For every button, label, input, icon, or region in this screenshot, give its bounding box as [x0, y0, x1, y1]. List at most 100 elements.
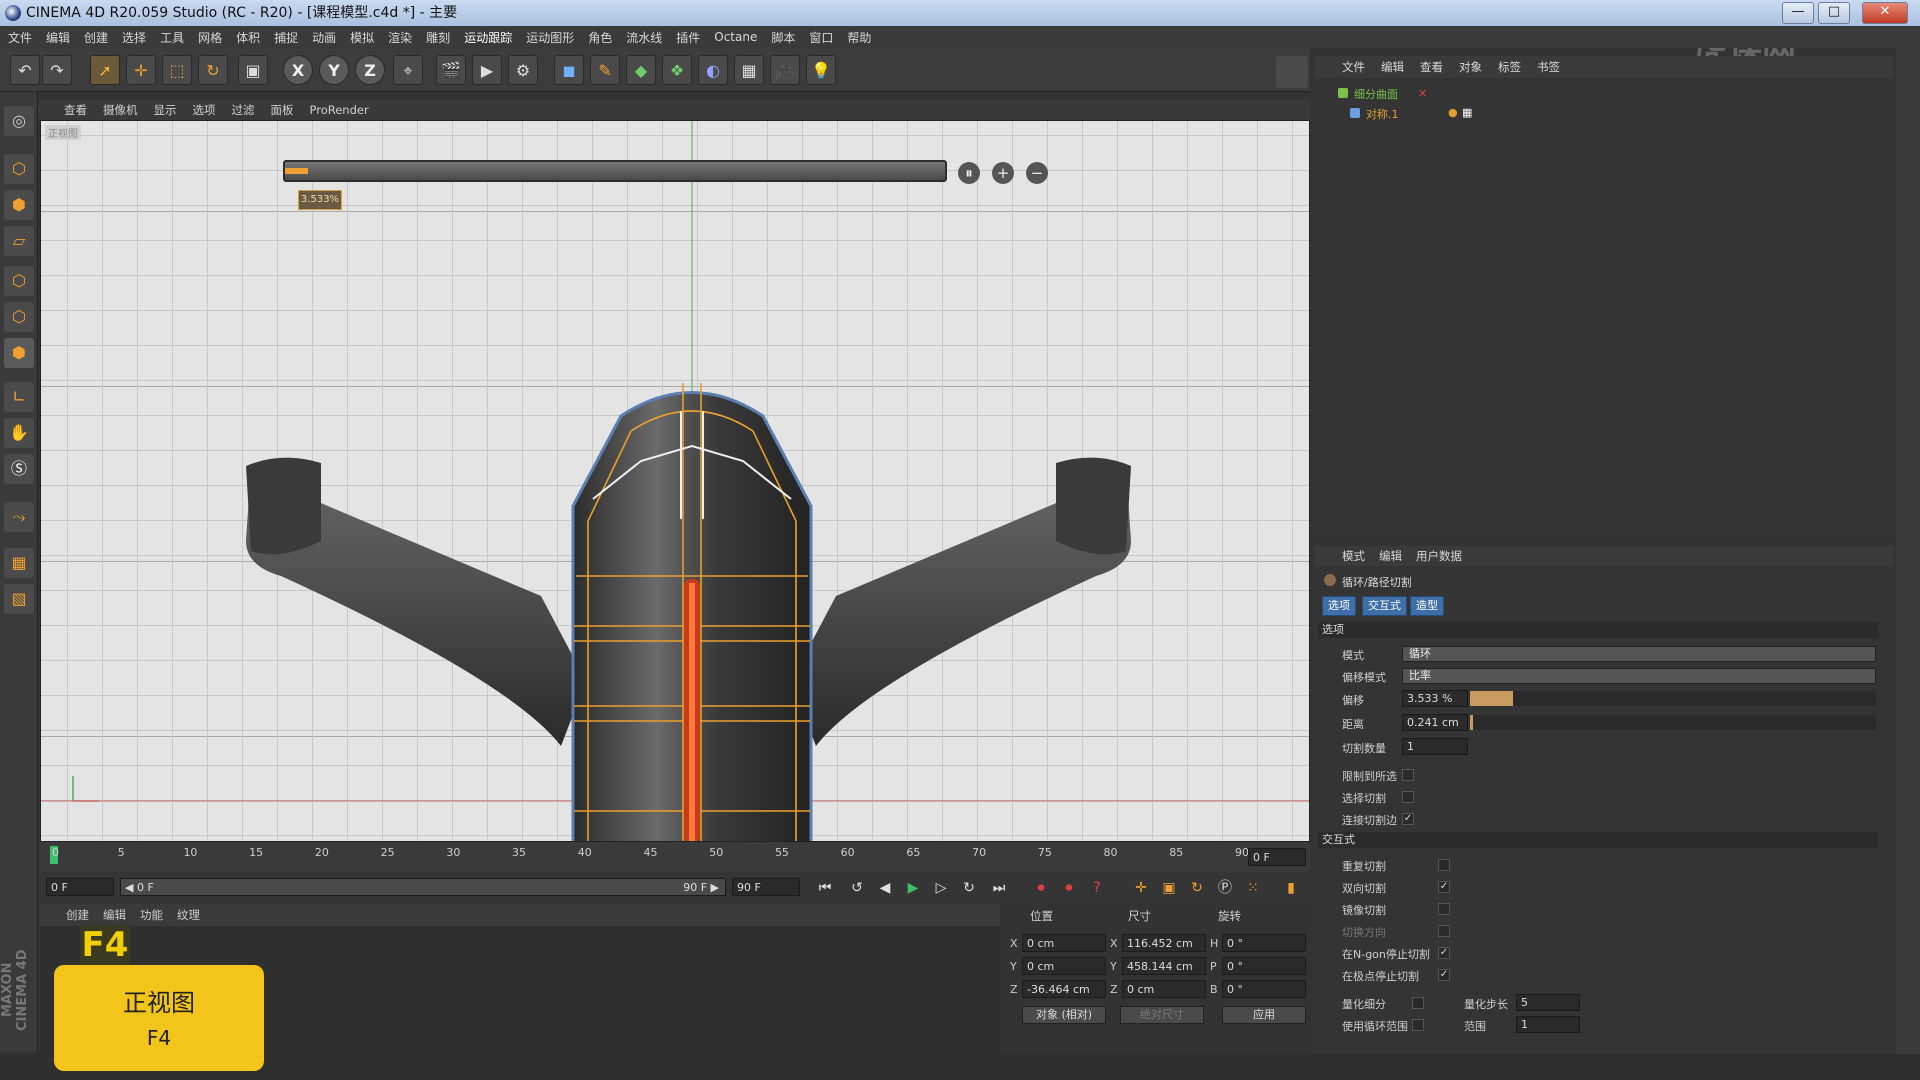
offset-field[interactable]: 3.533 %: [1402, 690, 1468, 707]
loop-cut-pause-button[interactable]: ⏸: [958, 162, 980, 184]
distance-field[interactable]: 0.241 cm: [1402, 714, 1468, 731]
quantize-step-field[interactable]: 5: [1516, 994, 1580, 1011]
max-frame-field[interactable]: 90 F: [732, 878, 800, 896]
viewport-menu-view[interactable]: 查看: [64, 102, 87, 118]
check-limit[interactable]: [1402, 769, 1414, 781]
tab-options[interactable]: 选项: [1322, 596, 1356, 616]
menu-animate[interactable]: 动画: [312, 29, 336, 46]
object-disabled-icon[interactable]: ✕: [1418, 87, 1427, 100]
coord-apply-button[interactable]: 应用: [1222, 1006, 1306, 1024]
timeline-end-field[interactable]: 0 F: [1248, 848, 1306, 866]
model-mode-icon[interactable]: ⬡: [4, 154, 34, 184]
render-picture-viewer-icon[interactable]: ▶: [472, 55, 502, 85]
offset-slider[interactable]: [1470, 691, 1876, 706]
tab-interactive[interactable]: 交互式: [1362, 596, 1407, 616]
coord-rot-h-field[interactable]: 0 °: [1222, 934, 1306, 952]
scale-icon[interactable]: ⬚: [162, 55, 192, 85]
menu-mograph[interactable]: 运动图形: [526, 29, 574, 46]
menu-create[interactable]: 创建: [84, 29, 108, 46]
polygons-mode-icon[interactable]: ⬢: [4, 338, 34, 368]
prev-key-icon[interactable]: ↺: [846, 878, 868, 898]
object-row-symmetry[interactable]: 对称.1 ● ▦: [1322, 106, 1882, 124]
menu-simulate[interactable]: 模拟: [350, 29, 374, 46]
coord-pos-x-field[interactable]: 0 cm: [1022, 934, 1106, 952]
axis-z-toggle[interactable]: Z: [355, 55, 385, 85]
menu-mesh[interactable]: 网格: [198, 29, 222, 46]
render-settings-icon[interactable]: ⚙: [508, 55, 538, 85]
loop-cut-offset-slider[interactable]: [283, 160, 947, 182]
menu-select[interactable]: 选择: [122, 29, 146, 46]
minimize-button[interactable]: —: [1782, 2, 1814, 24]
check-use-range[interactable]: [1412, 1019, 1424, 1031]
check-pole[interactable]: ✓: [1438, 969, 1450, 981]
menu-plugins[interactable]: 插件: [676, 29, 700, 46]
tab-shape[interactable]: 造型: [1410, 596, 1444, 616]
key-rotation-icon[interactable]: ↻: [1186, 878, 1208, 898]
check-mirror[interactable]: [1438, 903, 1450, 915]
menu-tools[interactable]: 工具: [160, 29, 184, 46]
record-keys-icon[interactable]: ⏺: [1030, 878, 1052, 898]
coord-size-y-field[interactable]: 458.144 cm: [1122, 957, 1206, 975]
timeline-ruler[interactable]: 0 5 10 15 20 25 30 35 40 45 50 55 60 65 70 75 80 85 90 0 F: [40, 842, 1310, 872]
render-view-icon[interactable]: 🎬: [436, 55, 466, 85]
live-selection-icon[interactable]: ➚: [90, 55, 120, 85]
attribute-menu-edit[interactable]: 编辑: [1379, 548, 1402, 564]
workplane-icon[interactable]: ▦: [4, 548, 34, 578]
menu-script[interactable]: 脚本: [771, 29, 795, 46]
points-mode-icon[interactable]: ⬡: [4, 266, 34, 296]
make-editable-icon[interactable]: ◎: [4, 106, 34, 136]
menu-window[interactable]: 窗口: [809, 29, 833, 46]
attribute-menu-userdata[interactable]: 用户数据: [1416, 548, 1462, 564]
coordinate-system-icon[interactable]: ⌖: [393, 55, 423, 85]
move-icon[interactable]: ✛: [126, 55, 156, 85]
texture-mode-icon[interactable]: ⬢: [4, 190, 34, 220]
timeline-window-icon[interactable]: ▮: [1280, 878, 1302, 898]
object-menu-view[interactable]: 查看: [1420, 59, 1443, 75]
check-ngon[interactable]: ✓: [1438, 947, 1450, 959]
viewport-menu-prorender[interactable]: ProRender: [310, 103, 369, 117]
menu-help[interactable]: 帮助: [847, 29, 871, 46]
menu-file[interactable]: 文件: [8, 29, 32, 46]
axis-x-toggle[interactable]: X: [283, 55, 313, 85]
close-button[interactable]: ✕: [1862, 2, 1908, 24]
axis-mode-icon[interactable]: ∟: [4, 382, 34, 412]
check-connect[interactable]: ✓: [1402, 813, 1414, 825]
prev-frame-icon[interactable]: ◀: [874, 878, 896, 898]
snap-icon[interactable]: ⤳: [4, 502, 34, 532]
axis-y-toggle[interactable]: Y: [319, 55, 349, 85]
play-icon[interactable]: ▶: [902, 878, 924, 898]
object-menu-tags[interactable]: 标签: [1498, 59, 1521, 75]
object-menu-edit[interactable]: 编辑: [1381, 59, 1404, 75]
loop-cut-add-button[interactable]: +: [992, 162, 1014, 184]
key-scale-icon[interactable]: ▣: [1158, 878, 1180, 898]
material-menu-create[interactable]: 创建: [66, 907, 89, 923]
check-quantize[interactable]: [1412, 997, 1424, 1009]
viewport-menu-options[interactable]: 选项: [193, 102, 216, 118]
goto-end-icon[interactable]: ⏭: [988, 878, 1010, 898]
edges-mode-icon[interactable]: ⬡: [4, 302, 34, 332]
coord-pos-z-field[interactable]: -36.464 cm: [1022, 980, 1106, 998]
next-frame-icon[interactable]: ▷: [930, 878, 952, 898]
coord-pos-y-field[interactable]: 0 cm: [1022, 957, 1106, 975]
loop-cut-remove-button[interactable]: −: [1026, 162, 1048, 184]
menu-edit[interactable]: 编辑: [46, 29, 70, 46]
frame-range-slider[interactable]: ◀ 0 F 90 F ▶: [120, 878, 726, 896]
range-field[interactable]: 1: [1516, 1016, 1580, 1033]
redo-icon[interactable]: ↷: [42, 55, 72, 85]
right-panel-tabs[interactable]: [1896, 48, 1920, 1054]
light-icon[interactable]: 💡: [806, 55, 836, 85]
lock-workplane-icon[interactable]: ▧: [4, 584, 34, 614]
material-menu-function[interactable]: 功能: [140, 907, 163, 923]
viewport-axis-gizmo-icon[interactable]: [1276, 56, 1308, 88]
check-repeat[interactable]: [1438, 859, 1450, 871]
check-select-cuts[interactable]: [1402, 791, 1414, 803]
coord-size-mode-dropdown[interactable]: 绝对尺寸: [1120, 1006, 1204, 1024]
key-position-icon[interactable]: ✛: [1130, 878, 1152, 898]
phong-tag-icon[interactable]: ●: [1448, 106, 1458, 119]
object-menu-objects[interactable]: 对象: [1459, 59, 1482, 75]
mode-dropdown[interactable]: 循环: [1402, 646, 1876, 662]
material-menu-edit[interactable]: 编辑: [103, 907, 126, 923]
coord-size-z-field[interactable]: 0 cm: [1122, 980, 1206, 998]
maximize-button[interactable]: □: [1818, 2, 1850, 24]
viewport-menu-display[interactable]: 显示: [154, 102, 177, 118]
